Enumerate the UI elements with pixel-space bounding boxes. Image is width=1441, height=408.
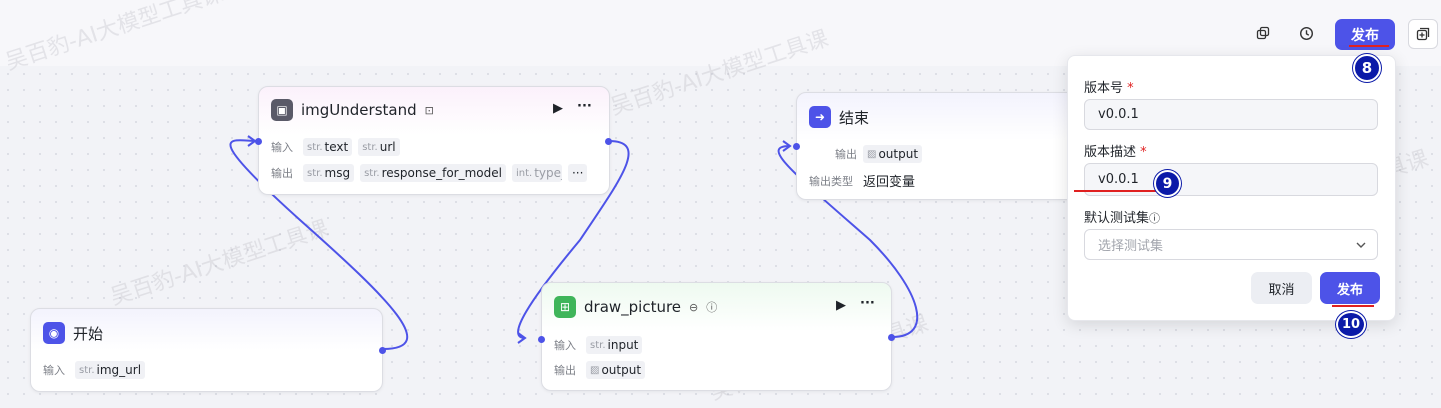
info-icon: ⓘ: [1149, 212, 1161, 225]
param-tag: str. input: [586, 336, 643, 354]
annotation-badge-8: 8: [1353, 54, 1381, 82]
param-tag: str. text: [303, 138, 353, 156]
input-port[interactable]: [255, 138, 262, 145]
input-label: 输入: [554, 339, 576, 352]
param-tag: str. response_for_model: [360, 164, 506, 182]
annotation-underline: [1349, 45, 1389, 47]
output-port[interactable]: [888, 334, 895, 341]
plugin-icon: ⊡: [424, 103, 434, 117]
annotation-badge-9: 9: [1154, 170, 1181, 197]
node-img-understand[interactable]: ▣ imgUnderstand ⊡ ▶ ··· 输入 str. text str.…: [255, 86, 612, 195]
node-start[interactable]: ◉ 开始 输入 str. img_url: [30, 308, 386, 392]
testset-placeholder: 选择测试集: [1098, 239, 1164, 254]
annotation-badge-10: 10: [1336, 311, 1366, 338]
node-end[interactable]: ➜ 结束 输出 ▨ output 输出类型 返回变量: [793, 92, 1098, 200]
info-icon: ⓘ: [706, 301, 718, 314]
param-tag: str. url: [358, 138, 400, 156]
chevron-down-icon: [1356, 242, 1366, 248]
workflow-node-icon: ⊞: [554, 296, 576, 318]
annotation-underline: [1074, 190, 1159, 192]
run-icon[interactable]: ▶: [836, 298, 846, 313]
param-tag: str. msg: [303, 164, 355, 182]
input-label: 输入: [271, 141, 293, 154]
cancel-button[interactable]: 取消: [1251, 272, 1312, 304]
annotation-underline: [1332, 305, 1374, 307]
testset-select[interactable]: 选择测试集: [1084, 229, 1378, 260]
plugin-icon: ⊖: [689, 300, 699, 314]
output-port[interactable]: [379, 347, 386, 354]
node-title: 结束: [839, 108, 870, 127]
input-label: 输入: [43, 364, 65, 377]
input-port[interactable]: [538, 336, 545, 343]
start-node-icon: ◉: [43, 322, 65, 344]
image-thumbnail-icon: ▣: [271, 99, 293, 121]
node-title: imgUnderstand: [301, 101, 417, 119]
more-params-icon[interactable]: ···: [567, 164, 588, 182]
output-label: 输出: [835, 148, 857, 161]
version-desc-label: 版本描述 *: [1084, 145, 1147, 160]
end-node-icon: ➜: [809, 106, 831, 128]
output-label: 输出: [554, 364, 576, 377]
output-type-label: 输出类型: [809, 174, 853, 188]
param-tag: ▨ output: [586, 361, 646, 379]
output-type-value: 返回变量: [863, 175, 916, 190]
param-tag: int.type_: [511, 164, 562, 182]
publish-confirm-button[interactable]: 发布: [1320, 272, 1380, 304]
input-port[interactable]: [793, 143, 800, 150]
more-icon[interactable]: ···: [577, 99, 592, 114]
version-input[interactable]: v0.0.1: [1084, 99, 1378, 130]
run-icon[interactable]: ▶: [553, 101, 563, 116]
output-label: 输出: [271, 167, 293, 180]
more-icon[interactable]: ···: [860, 296, 875, 311]
node-draw-picture[interactable]: ⊞ draw_picture ⊖ ⓘ ▶ ··· 输入 str. input 输出…: [538, 282, 895, 391]
version-label: 版本号 *: [1084, 81, 1134, 96]
node-title: 开始: [73, 324, 104, 343]
output-port[interactable]: [605, 138, 612, 145]
node-title: draw_picture: [584, 298, 682, 316]
default-testset-label: 默认测试集ⓘ: [1084, 211, 1161, 226]
param-tag: str. img_url: [75, 361, 146, 379]
publish-popover: 版本号 * v0.0.1 版本描述 * v0.0.1 默认测试集ⓘ 选择测试集 …: [1067, 55, 1396, 321]
param-tag: ▨ output: [863, 145, 923, 163]
